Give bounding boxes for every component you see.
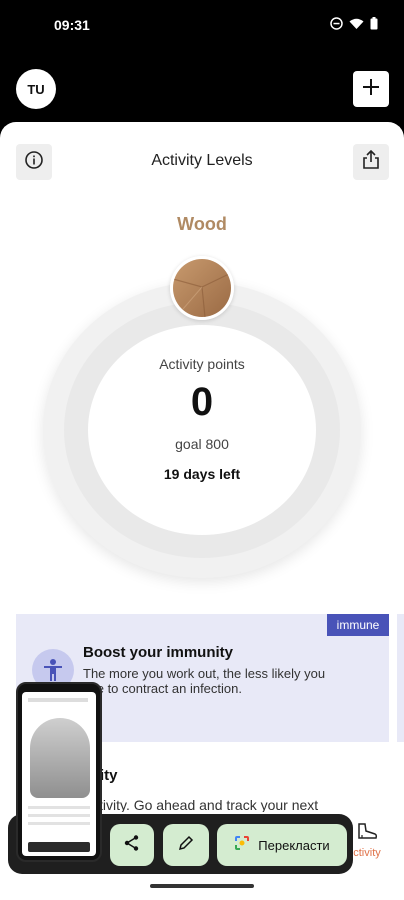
preview-figure-image xyxy=(30,718,90,798)
next-card-peek[interactable] xyxy=(397,614,404,742)
section-title: ity xyxy=(100,767,118,784)
screenshot-preview-thumbnail[interactable] xyxy=(16,682,102,862)
card-tag: immune xyxy=(327,614,389,636)
wifi-icon xyxy=(349,17,364,35)
points-label: Activity points xyxy=(159,356,245,372)
preview-line xyxy=(28,822,90,825)
level-name: Wood xyxy=(177,214,227,234)
points-value: 0 xyxy=(190,380,214,424)
toolbar-edit-button[interactable] xyxy=(163,824,209,866)
card-body-line-1: The more you work out, the less likely y… xyxy=(83,666,326,681)
shoe-icon xyxy=(356,823,378,844)
home-indicator[interactable] xyxy=(150,884,254,888)
toolbar-share-button[interactable] xyxy=(110,824,154,866)
days-left: 19 days left xyxy=(163,466,241,482)
preview-screen xyxy=(22,692,96,856)
status-time: 09:31 xyxy=(54,17,90,33)
toolbar-translate-label: Перекласти xyxy=(258,837,330,853)
top-bar: TU xyxy=(0,52,404,122)
do-not-disturb-icon xyxy=(330,17,343,35)
battery-icon xyxy=(370,17,378,35)
page-title: Activity Levels xyxy=(151,152,253,169)
preview-line xyxy=(28,806,90,809)
plus-icon xyxy=(362,78,380,101)
preview-line xyxy=(28,814,90,817)
status-icons xyxy=(330,17,378,35)
share-icon xyxy=(362,149,380,175)
card-title: Boost your immunity xyxy=(83,644,234,661)
preview-header-bar xyxy=(28,698,88,702)
goal-text: goal 800 xyxy=(175,436,229,452)
status-bar: 09:31 xyxy=(0,0,404,52)
card-body-line-2: l be to contract an infection. xyxy=(83,681,242,696)
share-button[interactable] xyxy=(353,144,389,180)
section-body: ctivity. Go ahead and track your next xyxy=(92,797,319,813)
wood-badge-icon xyxy=(170,256,234,320)
share-nodes-icon xyxy=(123,834,141,857)
toolbar-translate-button[interactable]: Перекласти xyxy=(217,824,347,866)
google-lens-icon xyxy=(234,835,250,856)
preview-footer-bar xyxy=(28,842,90,852)
card-body: The more you work out, the less likely y… xyxy=(83,666,373,696)
add-button[interactable] xyxy=(353,71,389,107)
pencil-icon xyxy=(178,835,194,856)
avatar[interactable]: TU xyxy=(16,69,56,109)
